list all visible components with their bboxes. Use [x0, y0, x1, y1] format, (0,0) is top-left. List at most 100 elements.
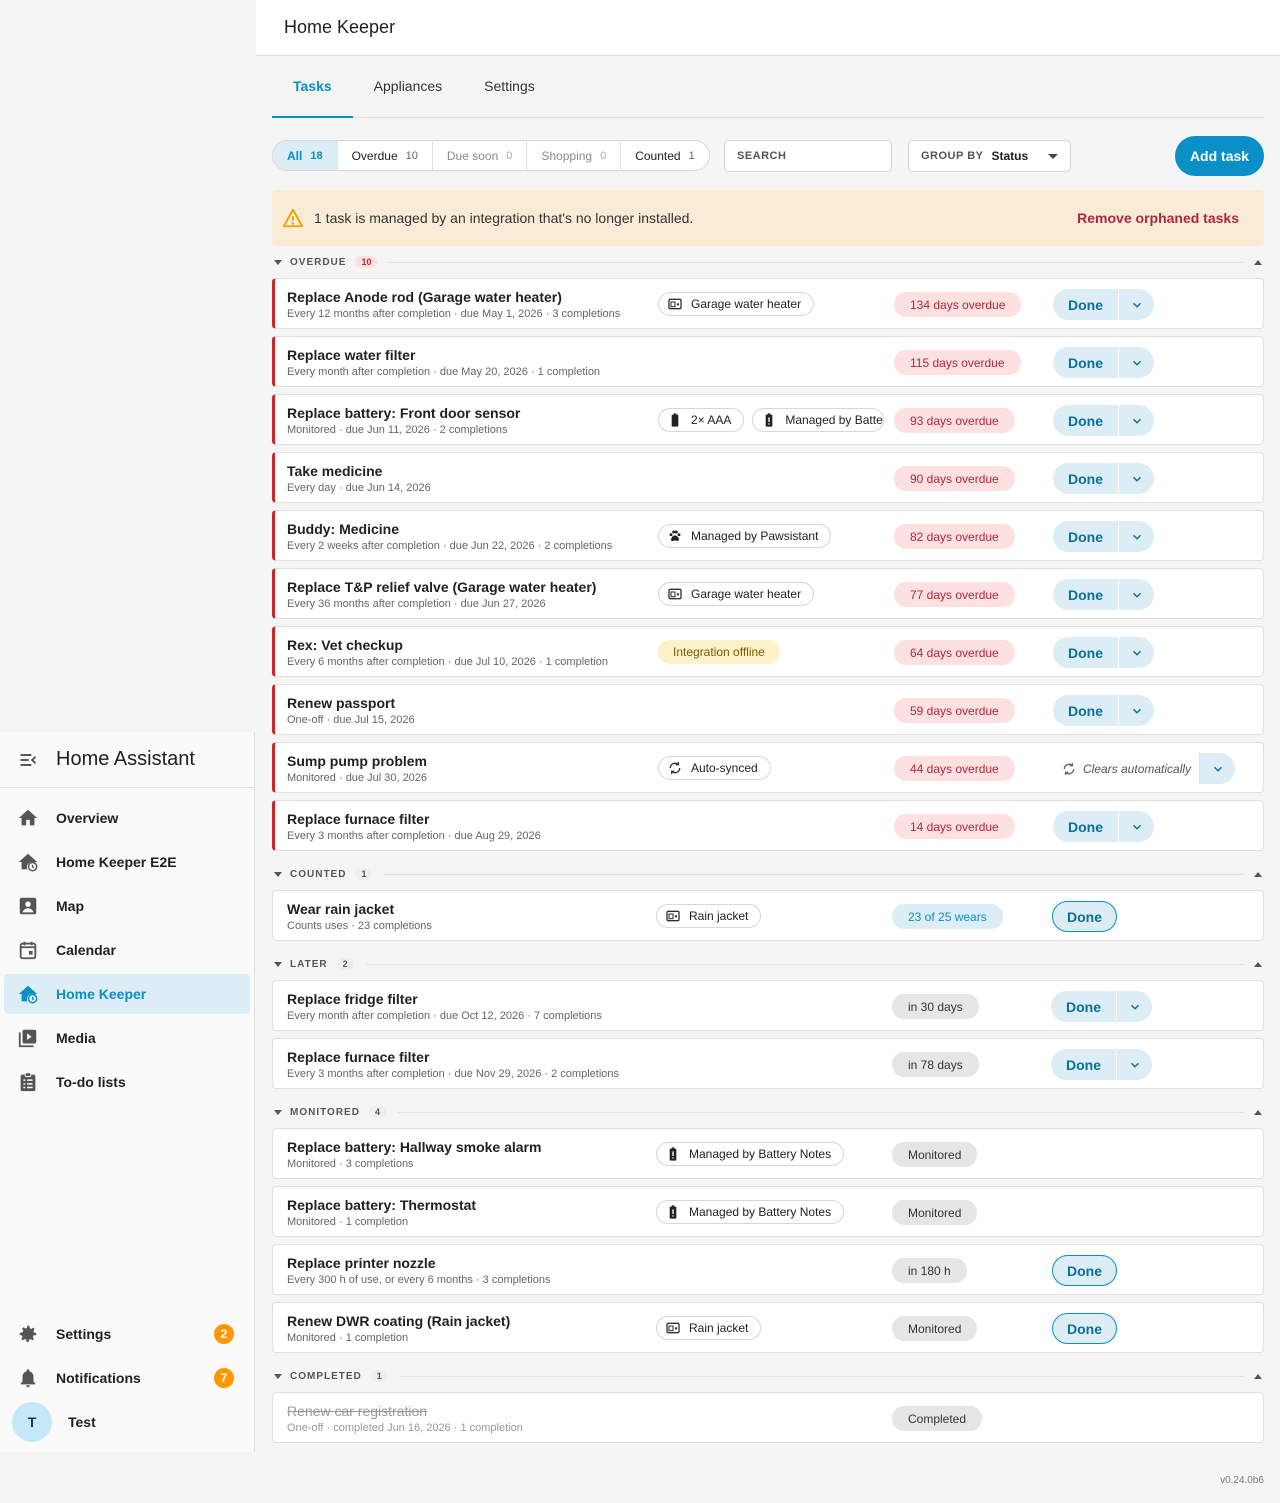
chevron-down-icon[interactable]	[1119, 521, 1154, 552]
task-row[interactable]: Replace battery: Thermostat Monitored · 1…	[272, 1186, 1264, 1237]
sort-up-icon[interactable]	[1254, 871, 1262, 877]
task-row[interactable]: Renew car registration One-off · complete…	[272, 1392, 1264, 1443]
sort-up-icon[interactable]	[1254, 961, 1262, 967]
task-row[interactable]: Renew passport One-off · due Jul 15, 2026…	[272, 684, 1264, 735]
task-title: Replace Anode rod (Garage water heater)	[287, 289, 562, 305]
sidebar-item-label: Home Keeper E2E	[56, 854, 177, 870]
filter-counted[interactable]: Counted 1	[621, 141, 709, 170]
task-row[interactable]: Buddy: Medicine Every 2 weeks after compl…	[272, 510, 1264, 561]
task-row[interactable]: Replace furnace filter Every 3 months aft…	[272, 800, 1264, 851]
done-button[interactable]: Done	[1053, 289, 1119, 320]
done-button[interactable]: Done	[1051, 991, 1117, 1022]
task-row[interactable]: Replace water filter Every month after co…	[272, 336, 1264, 387]
chevron-down-icon[interactable]	[1119, 695, 1154, 726]
sidebar-item-settings[interactable]: Settings 2	[4, 1314, 250, 1354]
sort-up-icon[interactable]	[1254, 1109, 1262, 1115]
task-row[interactable]: Replace Anode rod (Garage water heater) E…	[272, 278, 1264, 329]
sidebar-item-home-keeper-e2e[interactable]: Home Keeper E2E	[4, 842, 250, 882]
chip-label: Integration offline	[673, 645, 765, 659]
chevron-down-icon[interactable]	[1119, 637, 1154, 668]
sidebar-item-notifications[interactable]: Notifications 7	[4, 1358, 250, 1398]
chevron-down-icon[interactable]	[1119, 463, 1154, 494]
chevron-down-icon[interactable]	[1119, 811, 1154, 842]
menu-collapse-icon[interactable]	[0, 750, 56, 770]
sort-up-icon[interactable]	[1254, 259, 1262, 265]
sidebar-item-user[interactable]: T Test	[4, 1402, 250, 1442]
done-button[interactable]: Done	[1053, 463, 1119, 494]
done-button[interactable]: Done	[1052, 1313, 1117, 1344]
task-row[interactable]: Replace furnace filter Every 3 months aft…	[272, 1038, 1264, 1089]
task-title: Sump pump problem	[287, 753, 427, 769]
tab-appliances[interactable]: Appliances	[353, 55, 464, 117]
group-by-select[interactable]: GROUP BY Status	[908, 140, 1071, 172]
task-chip[interactable]: Managed by Pawsistant	[658, 524, 832, 548]
done-button[interactable]: Done	[1053, 405, 1119, 436]
section-header-counted[interactable]: COUNTED 1	[272, 858, 1264, 890]
done-button[interactable]: Done	[1051, 1049, 1117, 1080]
task-chip[interactable]: Garage water heater	[658, 292, 815, 316]
chevron-down-icon[interactable]	[1119, 579, 1154, 610]
task-row[interactable]: Rex: Vet checkup Every 6 months after com…	[272, 626, 1264, 677]
task-row[interactable]: Replace T&P relief valve (Garage water h…	[272, 568, 1264, 619]
chevron-down-icon[interactable]	[1119, 405, 1154, 436]
sidebar-item-media[interactable]: Media	[4, 1018, 250, 1058]
section-count: 1	[355, 868, 373, 880]
task-row[interactable]: Replace fridge filter Every month after c…	[272, 980, 1264, 1031]
section-header-later[interactable]: LATER 2	[272, 948, 1264, 980]
task-chips: 2× AAA Managed by Battery Notes	[658, 408, 892, 432]
task-chip[interactable]: Rain jacket	[656, 1316, 762, 1340]
add-task-button[interactable]: Add task	[1175, 136, 1264, 176]
chip-label: Rain jacket	[689, 1321, 749, 1335]
task-row[interactable]: Replace printer nozzle Every 300 h of use…	[272, 1244, 1264, 1295]
chevron-down-icon[interactable]	[1119, 347, 1154, 378]
done-button[interactable]: Done	[1053, 347, 1119, 378]
sidebar-item-overview[interactable]: Overview	[4, 798, 250, 838]
chevron-down-icon[interactable]	[1200, 753, 1236, 784]
filter-due-soon[interactable]: Due soon 0	[433, 141, 528, 170]
sidebar-item-calendar[interactable]: Calendar	[4, 930, 250, 970]
chevron-down-icon[interactable]	[1117, 991, 1152, 1022]
sort-up-icon[interactable]	[1254, 1373, 1262, 1379]
appliance-icon	[667, 296, 683, 312]
done-button[interactable]: Done	[1053, 811, 1119, 842]
done-button[interactable]: Done	[1052, 901, 1117, 932]
done-button[interactable]: Done	[1053, 695, 1119, 726]
chevron-down-icon[interactable]	[1119, 289, 1154, 320]
task-chip[interactable]: Garage water heater	[658, 582, 815, 606]
task-row[interactable]: Replace battery: Front door sensor Monito…	[272, 394, 1264, 445]
task-row[interactable]: Take medicine Every day · due Jun 14, 202…	[272, 452, 1264, 503]
task-chip[interactable]: Auto-synced	[658, 756, 771, 780]
done-button[interactable]: Done	[1052, 1255, 1117, 1286]
task-chip[interactable]: Integration offline	[658, 640, 780, 664]
sidebar-item-to-do-lists[interactable]: To-do lists	[4, 1062, 250, 1102]
done-button[interactable]: Done	[1053, 521, 1119, 552]
sidebar-item-home-keeper[interactable]: Home Keeper	[4, 974, 250, 1014]
task-row[interactable]: Replace battery: Hallway smoke alarm Moni…	[272, 1128, 1264, 1179]
task-chip[interactable]: 2× AAA	[658, 408, 745, 432]
task-title: Replace battery: Front door sensor	[287, 405, 521, 421]
tab-settings[interactable]: Settings	[463, 55, 556, 117]
task-row[interactable]: Renew DWR coating (Rain jacket) Monitored…	[272, 1302, 1264, 1353]
section-header-overdue[interactable]: OVERDUE 10	[272, 246, 1264, 278]
done-button[interactable]: Done	[1053, 579, 1119, 610]
sidebar-item-map[interactable]: Map	[4, 886, 250, 926]
task-chip[interactable]: Rain jacket	[656, 904, 762, 928]
section-header-monitored[interactable]: MONITORED 4	[272, 1096, 1264, 1128]
done-button[interactable]: Done	[1053, 637, 1119, 668]
task-chip[interactable]: Managed by Battery Notes	[656, 1200, 845, 1224]
search-input[interactable]: SEARCH	[724, 140, 892, 172]
clipboard-list-icon	[16, 1070, 40, 1094]
section-count: 1	[370, 1370, 388, 1382]
remove-orphaned-tasks-button[interactable]: Remove orphaned tasks	[1077, 210, 1239, 226]
chevron-down-icon[interactable]	[1117, 1049, 1152, 1080]
task-chip[interactable]: Managed by Battery Notes	[752, 408, 885, 432]
task-row[interactable]: Wear rain jacket Counts uses · 23 complet…	[272, 890, 1264, 941]
filter-overdue[interactable]: Overdue 10	[338, 141, 433, 170]
filter-all[interactable]: All 18	[273, 141, 338, 170]
tab-tasks[interactable]: Tasks	[272, 55, 353, 118]
section-header-completed[interactable]: COMPLETED 1	[272, 1360, 1264, 1392]
filter-label: All	[287, 148, 303, 163]
task-chip[interactable]: Managed by Battery Notes	[656, 1142, 845, 1166]
task-row[interactable]: Sump pump problem Monitored · due Jul 30,…	[272, 742, 1264, 793]
filter-shopping[interactable]: Shopping 0	[527, 141, 622, 170]
